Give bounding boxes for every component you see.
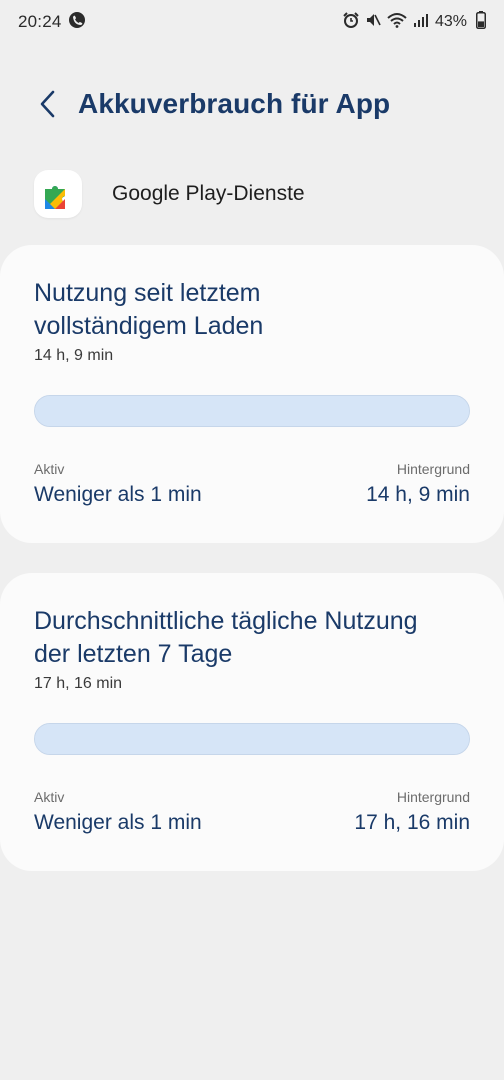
card-title: Durchschnittliche tägliche Nutzung der l…: [34, 605, 470, 671]
status-bar: 20:24 43%: [0, 0, 504, 44]
active-label: Aktiv: [34, 789, 65, 805]
back-button[interactable]: [26, 82, 70, 126]
signal-icon: [407, 12, 429, 33]
usage-since-full-charge-card: Nutzung seit letztem vollständigem Laden…: [0, 245, 504, 543]
battery-percent: 43%: [434, 13, 467, 30]
status-time: 20:24: [18, 12, 62, 31]
usage-bar-fill: [35, 396, 469, 426]
background-value: 14 h, 9 min: [366, 483, 470, 506]
app-name: Google Play-Dienste: [112, 182, 305, 205]
status-left: 20:24: [18, 11, 88, 34]
background-stat: Hintergrund 14 h, 9 min: [366, 461, 470, 507]
alarm-icon: [337, 11, 359, 33]
total-usage: 14 h, 9 min: [34, 347, 114, 364]
usage-stats: Aktiv Weniger als 1 min Hintergrund 14 h…: [34, 461, 470, 507]
active-stat: Aktiv Weniger als 1 min: [34, 789, 202, 835]
active-label: Aktiv: [34, 461, 65, 477]
battery-icon: [470, 10, 486, 34]
usage-bar-fill: [35, 724, 469, 754]
chevron-left-icon: [40, 90, 55, 118]
average-daily-usage-card: Durchschnittliche tägliche Nutzung der l…: [0, 573, 504, 871]
card-title-line2: der letzten 7 Tage: [34, 640, 233, 668]
header: Akkuverbrauch für App: [0, 80, 504, 128]
page-title: Akkuverbrauch für App: [78, 88, 391, 119]
card-title-line2: vollständigem Laden: [34, 312, 264, 340]
active-value: Weniger als 1 min: [34, 811, 202, 834]
app-row: Google Play-Dienste: [34, 170, 305, 218]
card-title-line1: Nutzung seit letztem: [34, 279, 261, 307]
card-title: Nutzung seit letztem vollständigem Laden: [34, 277, 470, 343]
google-play-services-icon: [34, 170, 82, 218]
total-usage: 17 h, 16 min: [34, 675, 123, 692]
active-stat: Aktiv Weniger als 1 min: [34, 461, 202, 507]
background-label: Hintergrund: [396, 461, 470, 477]
background-stat: Hintergrund 17 h, 16 min: [354, 789, 470, 835]
status-right: 43%: [337, 10, 486, 34]
usage-bar: [34, 395, 470, 427]
mute-icon: [359, 12, 381, 33]
usage-bar: [34, 723, 470, 755]
usage-stats: Aktiv Weniger als 1 min Hintergrund 17 h…: [34, 789, 470, 835]
active-value: Weniger als 1 min: [34, 483, 202, 506]
card-title-line1: Durchschnittliche tägliche Nutzung: [34, 607, 418, 635]
wifi-icon: [381, 12, 407, 33]
screen: 20:24 43% Akkuverbrauch für App Google P…: [0, 0, 504, 1080]
background-value: 17 h, 16 min: [354, 811, 470, 834]
background-label: Hintergrund: [396, 789, 470, 805]
call-icon: [62, 11, 88, 34]
